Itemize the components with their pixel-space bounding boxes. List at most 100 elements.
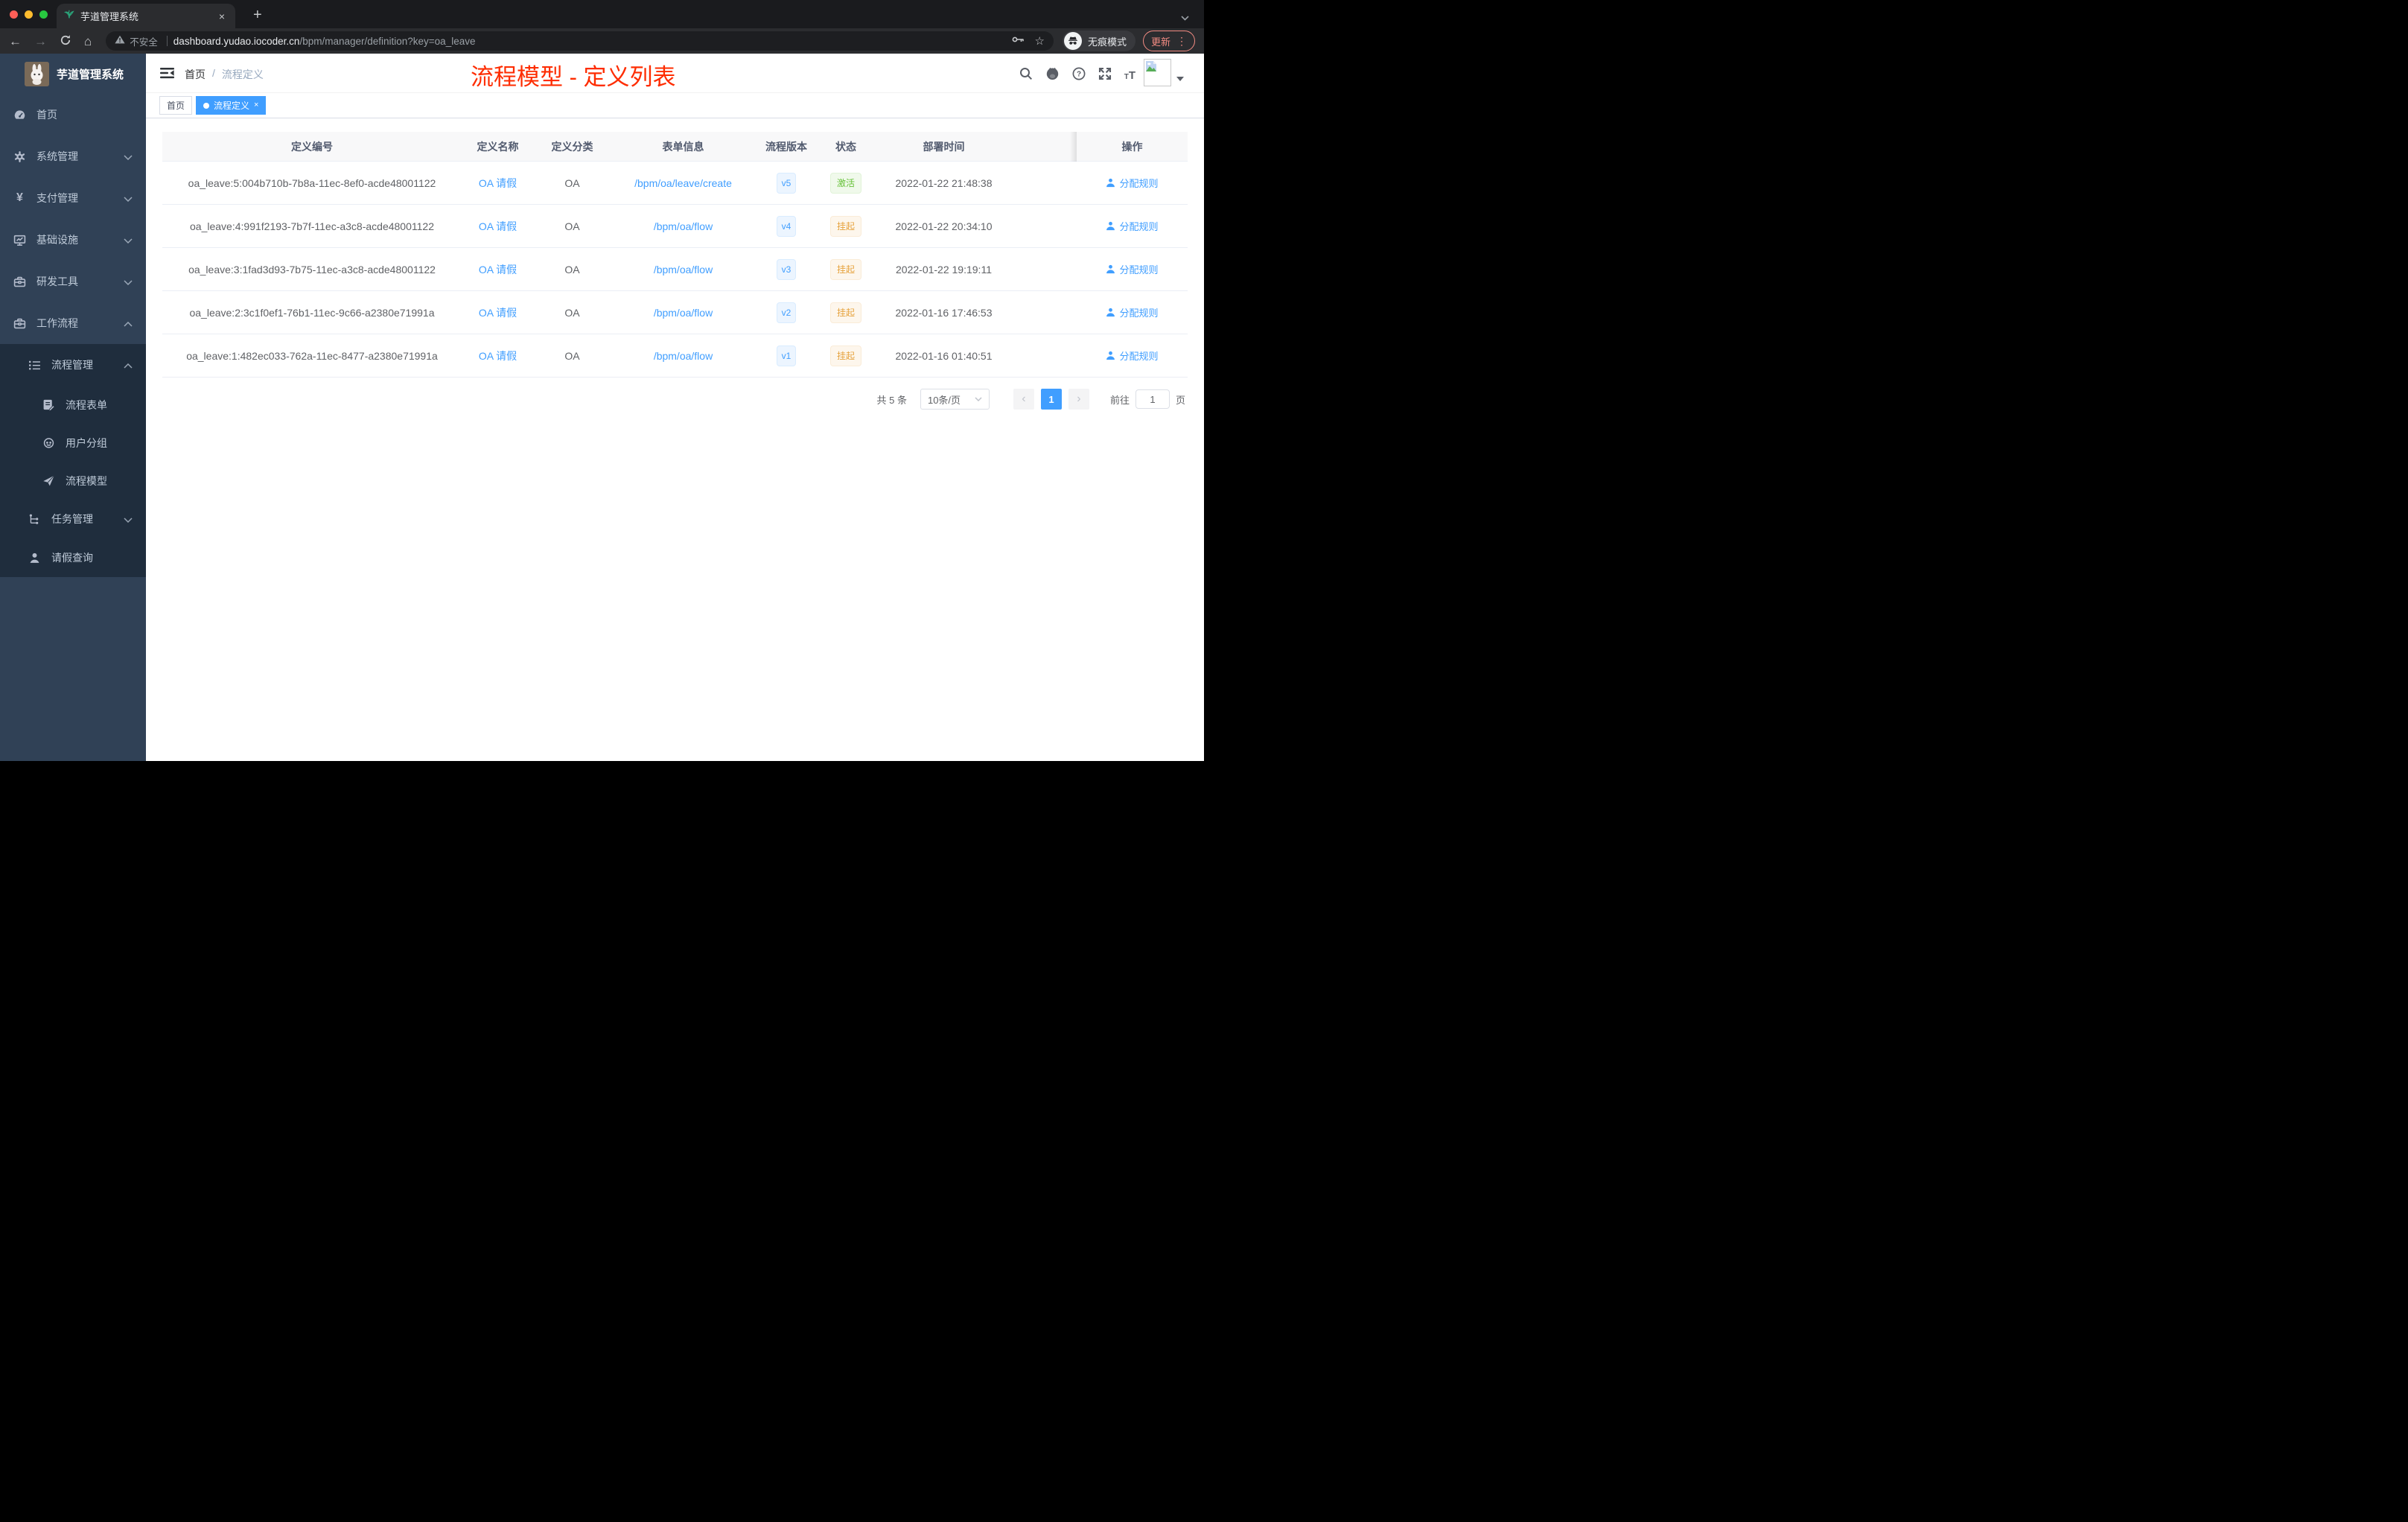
definition-table: 定义编号 定义名称 定义分类 表单信息 流程版本 状态 部署时间 操作 oa_l… — [162, 132, 1188, 378]
chevron-down-icon — [124, 150, 133, 162]
definition-name-link[interactable]: OA 请假 — [479, 264, 517, 276]
browser-window: 芋道管理系统 × + ← → ⌂ 不安全 dashboard.yudao.ioc… — [0, 0, 1204, 761]
chevron-down-icon — [124, 192, 133, 204]
assign-rule-button[interactable]: 分配规则 — [1106, 305, 1159, 319]
close-window-button[interactable] — [10, 10, 18, 19]
macos-traffic-lights — [10, 10, 48, 19]
goto-page-input[interactable] — [1135, 389, 1170, 409]
back-button[interactable]: ← — [9, 35, 22, 48]
definition-name-link[interactable]: OA 请假 — [479, 177, 517, 189]
form-link[interactable]: /bpm/oa/flow — [654, 264, 713, 276]
new-tab-button[interactable]: + — [247, 5, 268, 25]
version-badge: v4 — [776, 215, 797, 237]
table-row: oa_leave:5:004b710b-7b8a-11ec-8ef0-acde4… — [162, 161, 1188, 205]
fullscreen-icon[interactable] — [1098, 67, 1112, 84]
tab-favicon-plant-icon — [63, 9, 74, 23]
version-badge: v5 — [776, 172, 797, 194]
reload-button[interactable] — [60, 34, 71, 48]
assign-rule-button[interactable]: 分配规则 — [1106, 262, 1159, 276]
navbar-actions: ? TT — [1019, 66, 1135, 84]
cell-category: OA — [534, 334, 611, 378]
assign-rule-button[interactable]: 分配规则 — [1106, 219, 1159, 233]
sidebar-item-workflow[interactable]: 工作流程 — [0, 302, 146, 344]
bookmark-star-icon[interactable]: ☆ — [1035, 34, 1045, 48]
assign-rule-button[interactable]: 分配规则 — [1106, 176, 1159, 190]
minimize-window-button[interactable] — [25, 10, 33, 19]
sidebar-item-devtools[interactable]: 研发工具 — [0, 261, 146, 302]
form-link[interactable]: /bpm/oa/flow — [654, 307, 713, 319]
active-dot — [203, 102, 210, 109]
chevron-up-icon — [124, 359, 133, 371]
avatar[interactable] — [1144, 59, 1171, 86]
form-pen-icon — [42, 398, 55, 411]
font-size-icon[interactable]: TT — [1124, 70, 1135, 81]
zoom-window-button[interactable] — [39, 10, 48, 19]
security-warning-icon[interactable] — [115, 34, 125, 48]
url-path: /bpm/manager/definition?key=oa_leave — [299, 35, 476, 47]
definition-name-link[interactable]: OA 请假 — [479, 307, 517, 319]
breadcrumb-home[interactable]: 首页 — [185, 67, 206, 82]
yen-icon: ¥ — [16, 191, 23, 204]
sidebar-item-home[interactable]: 首页 — [0, 94, 146, 136]
security-label[interactable]: 不安全 — [130, 34, 158, 48]
browser-tab[interactable]: 芋道管理系统 × — [57, 4, 235, 28]
version-badge: v3 — [776, 258, 797, 280]
home-button[interactable]: ⌂ — [84, 35, 92, 48]
status-badge: 挂起 — [829, 258, 861, 280]
prev-page-button[interactable]: ‹ — [1013, 389, 1034, 410]
browser-menu-kebab-icon[interactable]: ⋮ — [1176, 35, 1187, 48]
chevron-down-icon — [124, 276, 133, 287]
chrome-update-button[interactable]: 更新 ⋮ — [1142, 31, 1195, 51]
tab-search-chevron-icon[interactable] — [1181, 11, 1189, 25]
forward-button[interactable]: → — [34, 35, 47, 48]
page-size-select[interactable]: 10条/页 — [920, 389, 990, 410]
sidebar-item-infrastructure[interactable]: 基础设施 — [0, 219, 146, 261]
user-icon — [1106, 221, 1115, 231]
sidebar-item-process-form[interactable]: 流程表单 — [0, 386, 146, 424]
assign-rule-button[interactable]: 分配规则 — [1106, 348, 1159, 363]
form-link[interactable]: /bpm/oa/flow — [654, 350, 713, 362]
breadcrumb-separator: / — [212, 67, 215, 79]
avatar-caret-down-icon[interactable] — [1176, 71, 1184, 85]
version-badge: v2 — [776, 302, 797, 323]
cell-deploy-time: 2022-01-16 17:46:53 — [875, 290, 1013, 334]
chevron-down-icon — [124, 234, 133, 246]
table-header-row: 定义编号 定义名称 定义分类 表单信息 流程版本 状态 部署时间 操作 — [162, 132, 1188, 162]
cell-category: OA — [534, 204, 611, 248]
sidebar-item-task-management[interactable]: 任务管理 — [0, 500, 146, 538]
definition-name-link[interactable]: OA 请假 — [479, 350, 517, 362]
tag-home[interactable]: 首页 — [159, 96, 193, 115]
sidebar-item-leave-query[interactable]: 请假查询 — [0, 538, 146, 577]
form-link[interactable]: /bpm/oa/leave/create — [634, 177, 732, 189]
sidebar-item-payment[interactable]: ¥ 支付管理 — [0, 177, 146, 219]
sidebar-logo[interactable]: 芋道管理系统 — [0, 54, 146, 94]
cell-deploy-time: 2022-01-22 20:34:10 — [875, 204, 1013, 248]
logo-rabbit-image — [25, 61, 49, 86]
cell-id: oa_leave:5:004b710b-7b8a-11ec-8ef0-acde4… — [162, 161, 462, 205]
sidebar-fold-icon[interactable] — [160, 67, 174, 83]
definition-name-link[interactable]: OA 请假 — [479, 220, 517, 232]
cell-deploy-time: 2022-01-22 21:48:38 — [875, 161, 1013, 205]
tag-process-definition[interactable]: 流程定义 × — [196, 96, 267, 115]
search-icon[interactable] — [1019, 67, 1033, 84]
sidebar-item-process-management[interactable]: 流程管理 — [0, 344, 146, 386]
update-label[interactable]: 更新 — [1151, 34, 1170, 48]
sidebar-item-system[interactable]: 系统管理 — [0, 136, 146, 177]
briefcase-icon — [13, 317, 26, 330]
github-icon[interactable] — [1045, 66, 1060, 84]
browser-toolbar: ← → ⌂ 不安全 dashboard.yudao.iocoder.cn /bp… — [0, 28, 1204, 54]
current-page-button[interactable]: 1 — [1040, 389, 1062, 410]
tab-title: 芋道管理系统 — [80, 11, 139, 22]
sidebar-item-process-model[interactable]: 流程模型 — [0, 462, 146, 500]
user-icon — [1106, 178, 1115, 188]
url-bar[interactable]: 不安全 dashboard.yudao.iocoder.cn /bpm/mana… — [106, 31, 1054, 51]
help-question-icon[interactable]: ? — [1072, 67, 1086, 84]
version-badge: v1 — [776, 345, 797, 366]
form-link[interactable]: /bpm/oa/flow — [654, 220, 713, 232]
tag-close-icon[interactable]: × — [254, 101, 258, 109]
password-key-icon[interactable] — [1012, 34, 1025, 48]
sidebar-item-user-group[interactable]: 用户分组 — [0, 424, 146, 462]
tab-close-icon[interactable]: × — [216, 10, 228, 23]
table-row: oa_leave:4:991f2193-7b7f-11ec-a3c8-acde4… — [162, 204, 1188, 248]
next-page-button[interactable]: › — [1068, 389, 1089, 410]
